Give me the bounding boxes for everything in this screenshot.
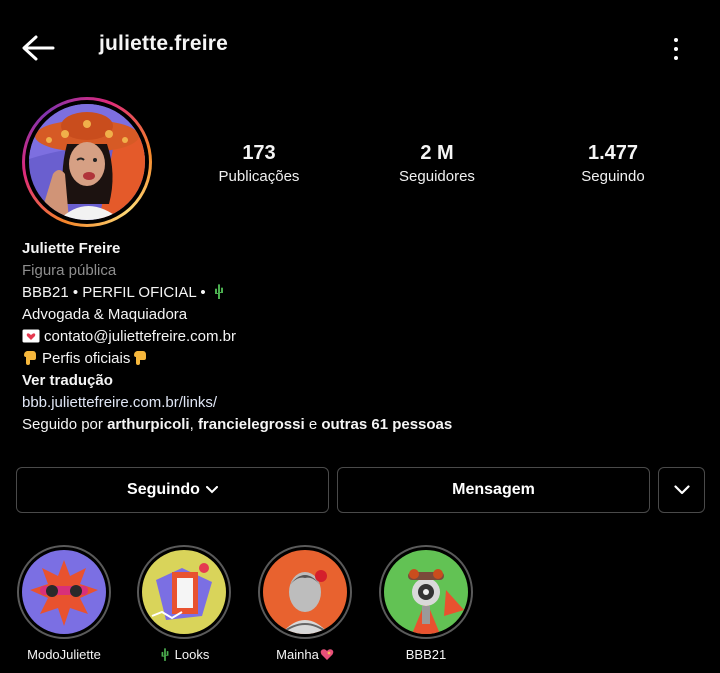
bio-line-3: contato@juliettefreire.com.br (22, 326, 702, 348)
profile-bio: Juliette Freire Figura pública BBB21 • P… (22, 238, 702, 436)
highlight-cover (384, 550, 468, 634)
highlight-label: Looks (174, 647, 210, 662)
highlight-modojuliette[interactable]: ModoJuliette (16, 545, 112, 662)
highlight-cover (22, 550, 106, 634)
cactus-icon (214, 284, 223, 299)
posts-count: 173 (242, 142, 276, 164)
bio-website-link[interactable]: bbb.juliettefreire.com.br/links/ (22, 392, 702, 414)
highlight-label: Mainha (276, 647, 319, 662)
posts-label: Publicações (218, 168, 300, 185)
chevron-down-icon (673, 485, 690, 495)
bio-line-4-text: Perfis oficiais (42, 350, 131, 367)
back-arrow-icon (22, 35, 55, 61)
profile-avatar[interactable] (22, 97, 152, 227)
highlight-bbb21[interactable]: BBB21 (378, 545, 474, 662)
bio-line-4: Perfis oficiais (22, 348, 702, 370)
profile-username: juliette.freire (99, 32, 229, 55)
following-button-label: Seguindo (127, 481, 200, 498)
highlight-cover (263, 550, 347, 634)
message-button-label: Mensagem (452, 481, 535, 498)
pointing-down-icon (134, 351, 147, 365)
profile-full-name: Juliette Freire (22, 240, 121, 257)
highlight-label: BBB21 (405, 647, 447, 662)
highlight-cover (142, 550, 226, 634)
followed-by-user-1[interactable]: arthurpicoli (107, 416, 190, 433)
chevron-down-icon (205, 486, 218, 494)
stat-following[interactable]: 1.477 Seguindo (543, 142, 683, 187)
followed-by[interactable]: Seguido por arthurpicoli, francielegross… (22, 414, 702, 436)
followed-by-user-2[interactable]: francielegrossi (198, 416, 305, 433)
bio-line-2: Advogada & Maquiadora (22, 306, 188, 323)
stat-followers[interactable]: 2 M Seguidores (367, 142, 507, 187)
more-options-button[interactable] (660, 36, 692, 62)
followers-label: Seguidores (399, 168, 475, 185)
see-translation-link[interactable]: Ver tradução (22, 370, 702, 392)
cactus-icon (161, 648, 169, 661)
following-label: Seguindo (581, 168, 645, 185)
envelope-heart-icon (22, 329, 40, 343)
profile-category: Figura pública (22, 262, 117, 279)
heart-sparkle-icon (320, 649, 334, 660)
pointing-down-icon (24, 351, 36, 365)
highlight-label: ModoJuliette (27, 647, 101, 662)
followed-by-others[interactable]: outras 61 pessoas (321, 416, 452, 433)
bio-line-1-text: BBB21 • PERFIL OFICIAL • (22, 284, 206, 301)
highlight-mainha[interactable]: Mainha (257, 545, 353, 662)
suggested-accounts-button[interactable] (658, 467, 705, 513)
highlight-looks[interactable]: Looks (136, 545, 232, 662)
followers-count: 2 M (420, 142, 454, 164)
bio-email[interactable]: contato@juliettefreire.com.br (44, 328, 236, 345)
message-button[interactable]: Mensagem (337, 467, 650, 513)
following-button[interactable]: Seguindo (16, 467, 329, 513)
bio-line-1: BBB21 • PERFIL OFICIAL • (22, 282, 702, 304)
following-count: 1.477 (587, 142, 639, 164)
back-button[interactable] (20, 30, 56, 66)
stat-posts[interactable]: 173 Publicações (189, 142, 329, 187)
